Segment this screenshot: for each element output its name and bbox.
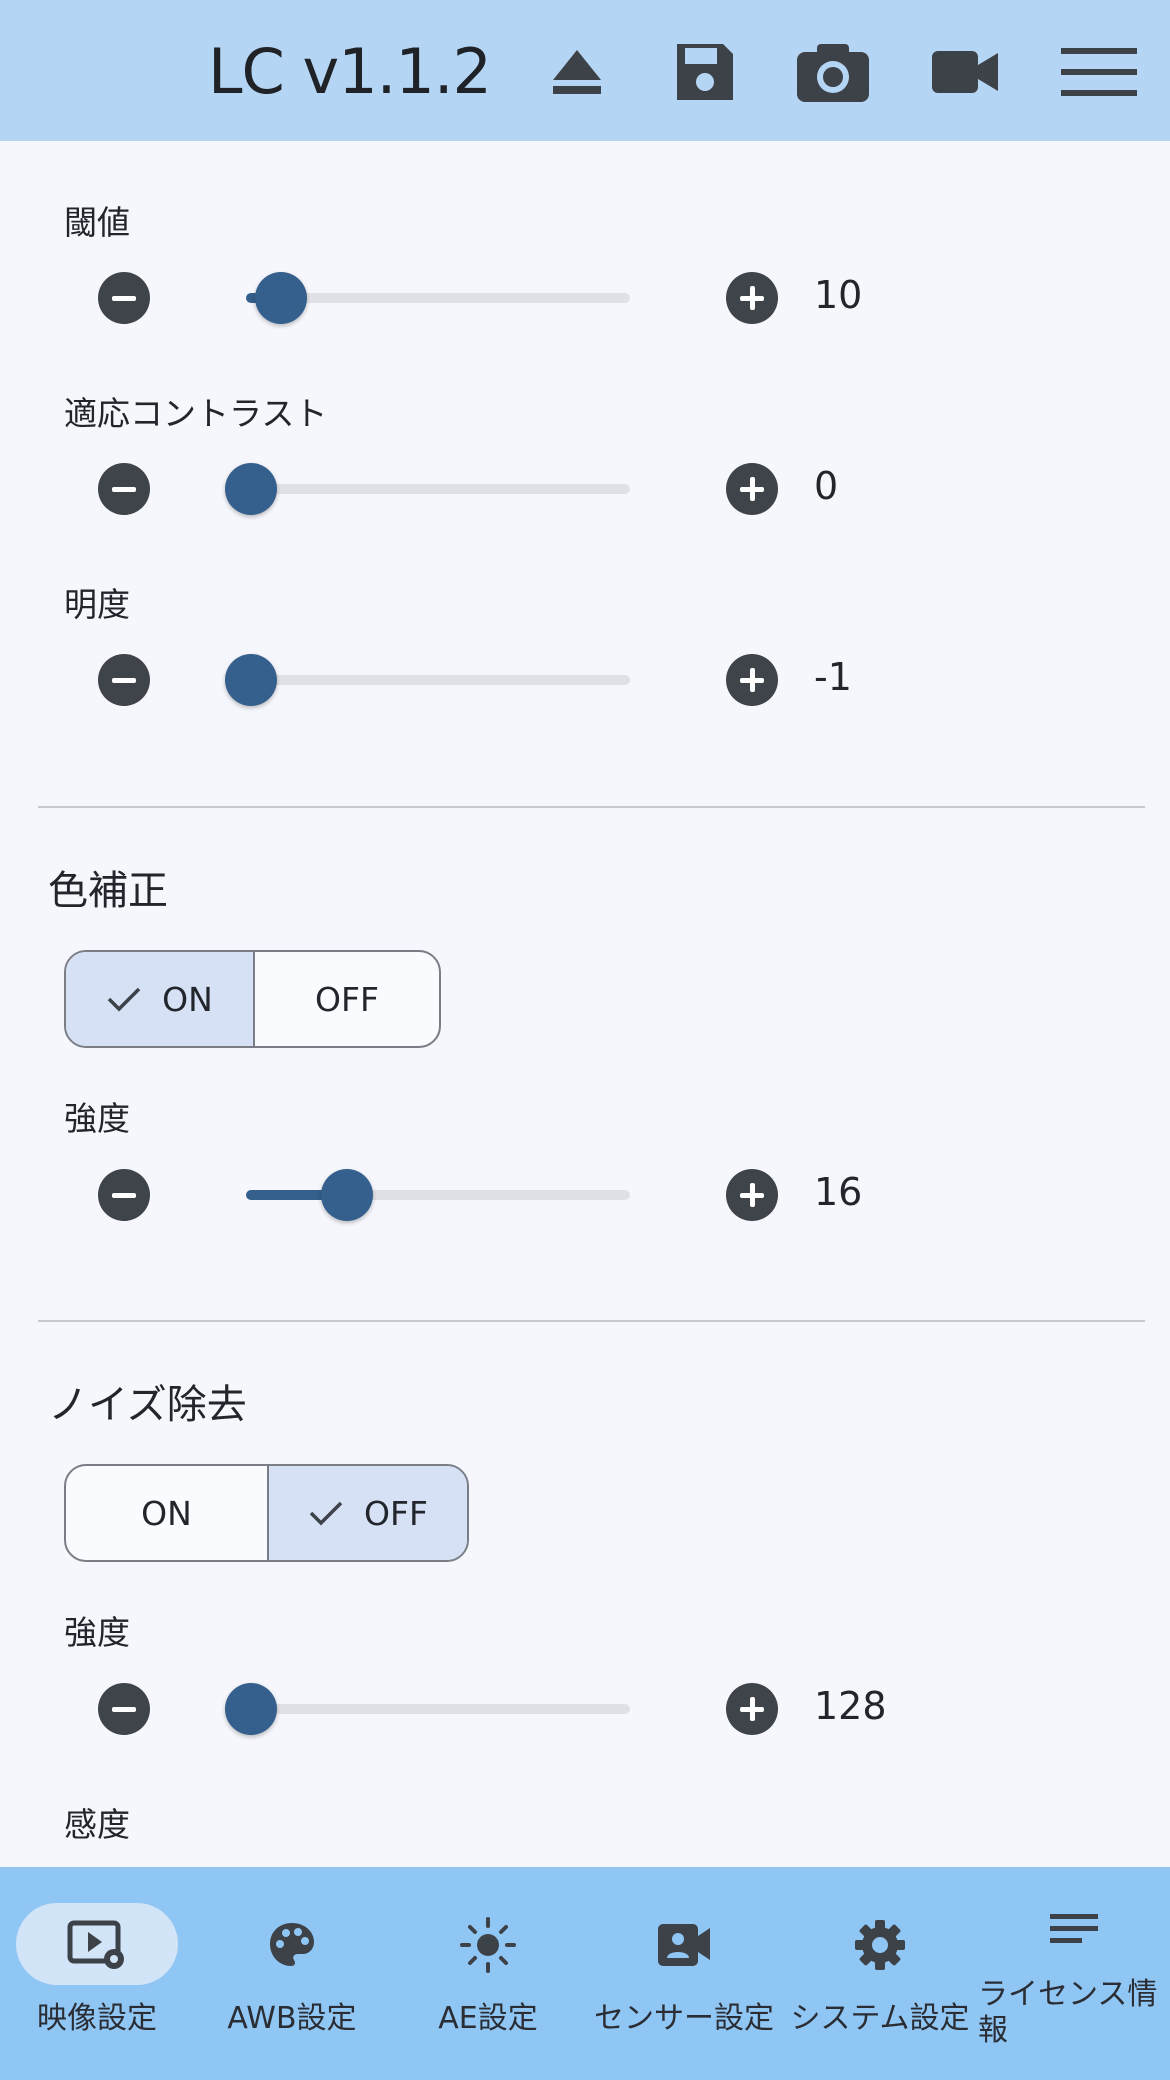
adaptive-contrast-slider-thumb[interactable]	[225, 463, 277, 515]
noise-reduction-on-option[interactable]: ON	[66, 1466, 267, 1560]
save-button[interactable]	[660, 30, 750, 114]
eject-icon	[553, 50, 601, 94]
camera-icon	[797, 44, 869, 102]
color-correction-toggle: ON OFF	[64, 950, 441, 1048]
color-correction-off-label: OFF	[315, 979, 379, 1019]
app-header: LC v1.1.2	[0, 0, 1170, 141]
nav-label-sensor-settings: センサー設定	[594, 2001, 774, 2036]
menu-button[interactable]	[1054, 30, 1144, 114]
check-icon	[309, 1501, 343, 1526]
plus-icon	[740, 668, 764, 692]
noise-reduction-toggle: ON OFF	[64, 1464, 469, 1562]
nav-item-sensor-settings[interactable]: センサー設定	[586, 1867, 782, 2080]
section-divider	[38, 1320, 1145, 1322]
noise-reduction-off-label: OFF	[364, 1493, 428, 1533]
brightness-label: 明度	[64, 585, 130, 624]
adaptive-contrast-slider[interactable]	[246, 484, 630, 494]
text-lines-icon	[978, 1901, 1170, 1957]
noise-strength-slider-thumb[interactable]	[225, 1683, 277, 1735]
plus-icon	[740, 1183, 764, 1207]
adaptive-contrast-increase-button[interactable]	[726, 463, 778, 515]
brightness-slider-thumb[interactable]	[225, 654, 277, 706]
eject-button[interactable]	[532, 30, 622, 114]
noise-strength-decrease-button[interactable]	[98, 1683, 150, 1735]
adaptive-contrast-label: 適応コントラスト	[64, 394, 328, 433]
noise-reduction-title: ノイズ除去	[48, 1382, 247, 1428]
adaptive-contrast-decrease-button[interactable]	[98, 463, 150, 515]
brightness-decrease-button[interactable]	[98, 654, 150, 706]
brightness-increase-button[interactable]	[726, 654, 778, 706]
color-correction-off-option[interactable]: OFF	[253, 952, 439, 1046]
color-correction-title: 色補正	[48, 868, 168, 914]
hamburger-menu-icon	[1061, 48, 1137, 96]
minus-icon	[112, 1192, 136, 1198]
threshold-increase-button[interactable]	[726, 272, 778, 324]
nav-label-license-info: ライセンス情報	[978, 1977, 1158, 2048]
brightness-value: -1	[814, 655, 852, 699]
snapshot-button[interactable]	[788, 30, 878, 114]
nav-label-awb-settings: AWB設定	[227, 2001, 357, 2036]
plus-icon	[740, 477, 764, 501]
threshold-decrease-button[interactable]	[98, 272, 150, 324]
color-strength-decrease-button[interactable]	[98, 1169, 150, 1221]
app-title: LC v1.1.2	[208, 35, 492, 108]
sensitivity-label: 感度	[64, 1805, 130, 1844]
nav-item-license-info[interactable]: ライセンス情報	[978, 1867, 1170, 2080]
minus-icon	[112, 486, 136, 492]
threshold-slider-thumb[interactable]	[255, 272, 307, 324]
sun-icon	[390, 1917, 586, 1973]
noise-reduction-off-option[interactable]: OFF	[267, 1466, 467, 1560]
color-correction-on-option[interactable]: ON	[66, 952, 253, 1046]
save-icon	[677, 44, 733, 100]
video-camera-icon	[932, 51, 998, 93]
noise-strength-slider[interactable]	[246, 1704, 630, 1714]
bottom-navigation: 映像設定 AWB設定 AE設定 センサー設定 システム設定 ライセンス情報	[0, 1867, 1170, 2080]
noise-strength-increase-button[interactable]	[726, 1683, 778, 1735]
nav-item-awb-settings[interactable]: AWB設定	[194, 1867, 390, 2080]
nav-label-ae-settings: AE設定	[438, 2001, 538, 2036]
noise-reduction-on-label: ON	[141, 1493, 192, 1533]
nav-item-ae-settings[interactable]: AE設定	[390, 1867, 586, 2080]
gear-icon	[782, 1917, 978, 1973]
minus-icon	[112, 295, 136, 301]
brightness-slider[interactable]	[246, 675, 630, 685]
plus-icon	[740, 286, 764, 310]
nav-label-system-settings: システム設定	[790, 2001, 970, 2036]
nav-item-system-settings[interactable]: システム設定	[782, 1867, 978, 2080]
nav-label-video-settings: 映像設定	[37, 2001, 157, 2036]
threshold-value: 10	[814, 273, 863, 317]
color-strength-increase-button[interactable]	[726, 1169, 778, 1221]
minus-icon	[112, 1706, 136, 1712]
noise-strength-label: 強度	[64, 1613, 130, 1652]
record-button[interactable]	[920, 30, 1010, 114]
adaptive-contrast-value: 0	[814, 464, 839, 508]
color-strength-slider-thumb[interactable]	[321, 1169, 373, 1221]
minus-icon	[112, 677, 136, 683]
color-strength-value: 16	[814, 1170, 863, 1214]
color-strength-label: 強度	[64, 1099, 130, 1138]
color-strength-slider[interactable]	[246, 1190, 630, 1200]
nav-item-video-settings[interactable]: 映像設定	[0, 1867, 194, 2080]
threshold-label: 閾値	[64, 203, 130, 242]
camera-person-icon	[586, 1917, 782, 1973]
check-icon	[107, 987, 141, 1012]
palette-icon	[194, 1917, 390, 1973]
noise-strength-value: 128	[814, 1684, 887, 1728]
color-correction-on-label: ON	[162, 979, 213, 1019]
settings-content: 閾値 10 適応コントラスト 0 明度 -1 色補正 ON OFF 強度 16 …	[0, 141, 1170, 1867]
plus-icon	[740, 1697, 764, 1721]
video-settings-icon	[0, 1917, 194, 1973]
section-divider	[38, 806, 1145, 808]
